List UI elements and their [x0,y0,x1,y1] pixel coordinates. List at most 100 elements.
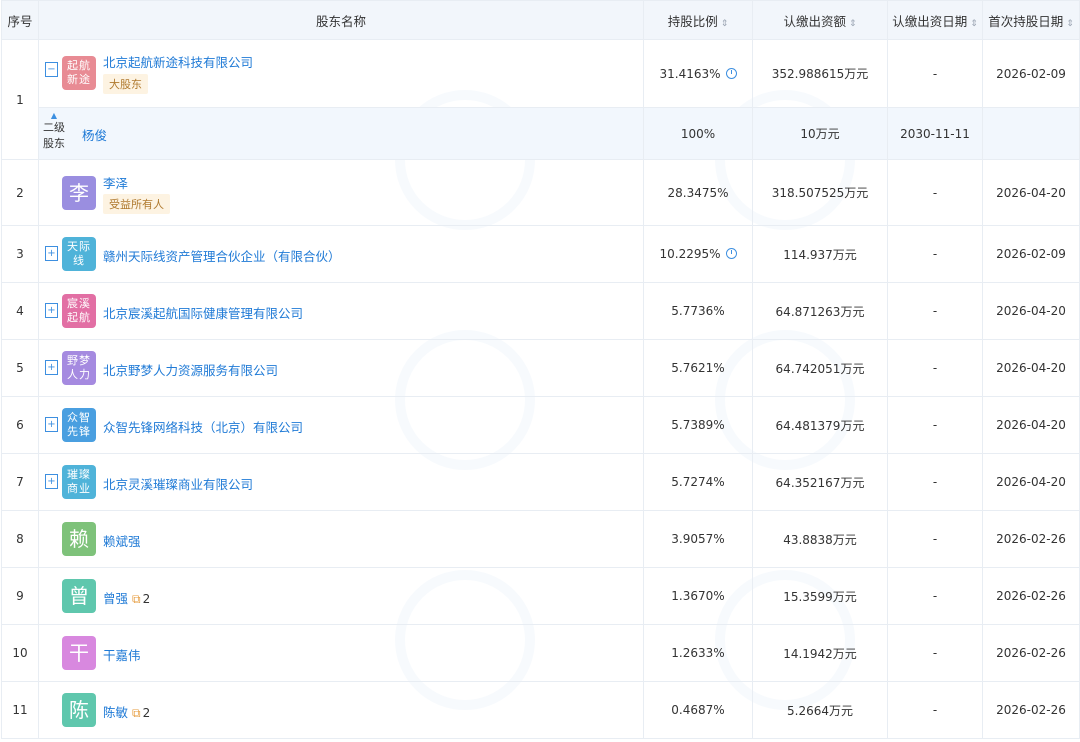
first-date-cell: 2026-04-20 [982,282,1080,340]
date-cell: - [887,225,983,283]
company-logo: 野梦 人力 [62,351,96,385]
ratio-cell: 3.9057% [643,510,753,568]
date-cell: 2030-11-11 [887,107,983,160]
shareholder-name-link[interactable]: 杨俊 [82,125,107,144]
pie-chart-icon[interactable] [725,248,737,259]
company-logo: 起航 新途 [62,56,96,90]
ratio-cell: 5.7736% [643,282,753,340]
shareholder-name-link[interactable]: 众智先锋网络科技（北京）有限公司 [103,417,303,436]
sort-icon[interactable]: ⇕ [849,19,857,29]
col-name-header: 股东名称 [38,0,644,40]
shareholder-table: 序号 股东名称 持股比例 ⇕ 认缴出资额 ⇕ 认缴出资日期 ⇕ 首次持股日期 ⇕ 1 −… [1,0,1080,739]
capital-cell: 5.2664万元 [752,681,888,739]
relation-link-icon[interactable]: ⧉ 2 [132,592,150,606]
table-row: 6 + 众智 先锋 众智先锋网络科技（北京）有限公司 5.7389% 64.48… [1,396,1080,454]
col-ratio-header[interactable]: 持股比例 ⇕ [643,0,753,40]
capital-cell: 64.352167万元 [752,453,888,511]
col-first-date-header[interactable]: 首次持股日期 ⇕ [982,0,1080,40]
row-index: 7 [1,453,39,511]
first-date-cell: 2026-02-26 [982,510,1080,568]
shareholder-name-link[interactable]: 赖斌强 [103,531,141,550]
table-row: 5 + 野梦 人力 北京野梦人力资源服务有限公司 5.7621% 64.7420… [1,339,1080,397]
shareholder-name-cell: + 野梦 人力 北京野梦人力资源服务有限公司 [38,339,644,397]
table-row: 10 干 干嘉伟 1.2633% 14.1942万元 - 2026-02-26 [1,624,1080,682]
date-cell: - [887,681,983,739]
shareholder-name-link[interactable]: 干嘉伟 [103,645,141,664]
ratio-cell: 0.4687% [643,681,753,739]
first-date-cell [982,107,1080,160]
col-capital-header[interactable]: 认缴出资额 ⇕ [752,0,888,40]
first-date-cell: 2026-02-26 [982,681,1080,739]
expand-icon[interactable]: + [45,246,58,261]
table-row: 4 + 宸溪 起航 北京宸溪起航国际健康管理有限公司 5.7736% 64.87… [1,282,1080,340]
sub-shareholder-label[interactable]: ▲ 二级 股东 [43,112,65,152]
major-shareholder-badge: 大股东 [103,74,148,94]
capital-cell: 352.988615万元 [752,39,888,108]
table-header: 序号 股东名称 持股比例 ⇕ 认缴出资额 ⇕ 认缴出资日期 ⇕ 首次持股日期 ⇕ [1,0,1080,40]
shareholder-name-cell: + 璀璨 商业 北京灵溪璀璨商业有限公司 [38,453,644,511]
table-row: 7 + 璀璨 商业 北京灵溪璀璨商业有限公司 5.7274% 64.352167… [1,453,1080,511]
company-logo: 璀璨 商业 [62,465,96,499]
sort-icon[interactable]: ⇕ [1066,19,1074,29]
first-date-cell: 2026-04-20 [982,339,1080,397]
shareholder-name-cell: 陈 陈敏 ⧉ 2 [38,681,644,739]
row-index: 5 [1,339,39,397]
shareholder-name-cell: 干 干嘉伟 [38,624,644,682]
sort-icon[interactable]: ⇕ [721,19,729,29]
col-date-header[interactable]: 认缴出资日期 ⇕ [887,0,983,40]
capital-cell: 114.937万元 [752,225,888,283]
first-date-cell: 2026-02-26 [982,567,1080,625]
row-index: 10 [1,624,39,682]
shareholder-name-link[interactable]: 陈敏 ⧉ 2 [103,702,150,721]
date-cell: - [887,39,983,108]
shareholder-name-link[interactable]: 曾强 ⧉ 2 [103,588,150,607]
row-index: 4 [1,282,39,340]
capital-cell: 64.742051万元 [752,339,888,397]
relation-link-icon[interactable]: ⧉ 2 [132,706,150,720]
capital-cell: 14.1942万元 [752,624,888,682]
ratio-cell: 5.7621% [643,339,753,397]
expand-icon[interactable]: + [45,417,58,432]
shareholder-name-link[interactable]: 北京野梦人力资源服务有限公司 [103,360,278,379]
capital-cell: 43.8838万元 [752,510,888,568]
ratio-cell: 10.2295% [643,225,753,283]
ratio-cell: 1.3670% [643,567,753,625]
shareholder-name-cell: + 众智 先锋 众智先锋网络科技（北京）有限公司 [38,396,644,454]
first-date-cell: 2026-02-26 [982,624,1080,682]
table-row: 9 曾 曾强 ⧉ 2 1.3670% 15.3599万元 - 2026-02-26 [1,567,1080,625]
date-cell: - [887,567,983,625]
capital-cell: 64.481379万元 [752,396,888,454]
row-index: 2 [1,159,39,226]
shareholder-name-link[interactable]: 北京起航新途科技有限公司 [103,52,253,71]
row-index: 11 [1,681,39,739]
capital-cell: 15.3599万元 [752,567,888,625]
expand-icon[interactable]: + [45,360,58,375]
company-logo: 众智 先锋 [62,408,96,442]
shareholder-name-cell: 曾 曾强 ⧉ 2 [38,567,644,625]
date-cell: - [887,624,983,682]
table-row: 1 − 起航 新途 北京起航新途科技有限公司 大股东 31.4163% 352.… [1,39,1080,160]
expand-icon[interactable]: + [45,303,58,318]
table-row: 2 李 李泽 受益所有人 28.3475% 318.507525万元 - 202… [1,159,1080,226]
first-date-cell: 2026-04-20 [982,396,1080,454]
shareholder-name-link[interactable]: 赣州天际线资产管理合伙企业（有限合伙） [103,246,341,265]
capital-cell: 10万元 [752,107,888,160]
date-cell: - [887,282,983,340]
shareholder-name-link[interactable]: 李泽 [103,173,128,192]
shareholder-name-link[interactable]: 北京灵溪璀璨商业有限公司 [103,474,253,493]
sort-icon[interactable]: ⇕ [970,19,978,29]
company-logo: 天际 线 [62,237,96,271]
ratio-cell: 31.4163% [643,39,753,108]
beneficial-owner-badge: 受益所有人 [103,194,170,214]
expand-icon[interactable]: + [45,474,58,489]
shareholder-name-link[interactable]: 北京宸溪起航国际健康管理有限公司 [103,303,303,322]
caret-up-icon: ▲ [50,111,58,120]
avatar: 陈 [62,693,96,727]
date-cell: - [887,396,983,454]
ratio-cell: 28.3475% [643,159,753,226]
ratio-cell: 100% [643,107,753,160]
collapse-icon[interactable]: − [45,62,58,77]
capital-cell: 64.871263万元 [752,282,888,340]
pie-chart-icon[interactable] [725,67,737,79]
date-cell: - [887,453,983,511]
